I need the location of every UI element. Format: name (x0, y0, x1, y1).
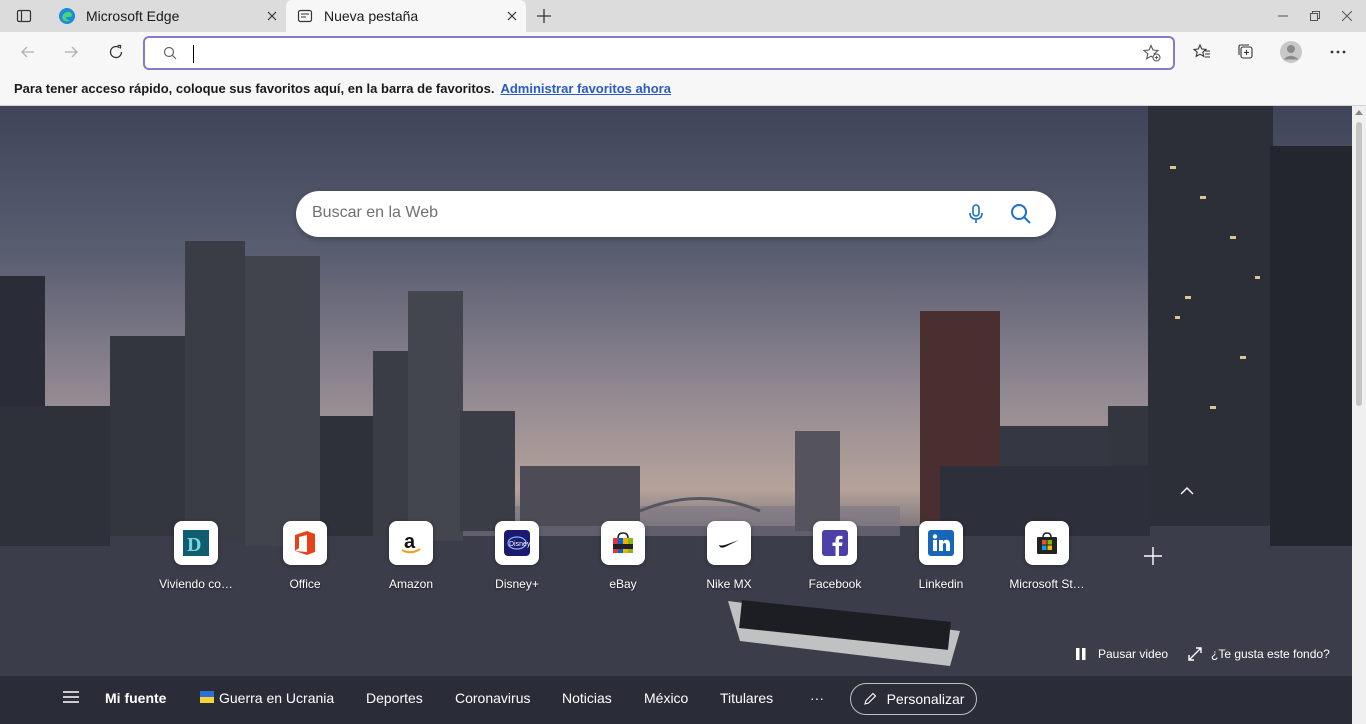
hamburger-menu-icon[interactable] (62, 690, 82, 710)
quick-link-label: Disney+ (495, 577, 539, 591)
quick-link-amazon[interactable]: a Amazon (361, 521, 461, 591)
office-icon (283, 521, 327, 565)
new-tab-page-icon (296, 7, 314, 25)
quick-link-disney[interactable]: Disney+ Disney+ (467, 521, 567, 591)
vertical-scrollbar[interactable] (1352, 106, 1366, 724)
tab-strip: Microsoft Edge Nueva pestaña (0, 0, 1366, 32)
amazon-icon: a (389, 521, 433, 565)
favorites-bar-message: Para tener acceso rápido, coloque sus fa… (14, 81, 495, 96)
favorites-bar: Para tener acceso rápido, coloque sus fa… (0, 72, 1366, 106)
quick-link-label: Facebook (808, 577, 862, 591)
chevron-up-icon[interactable] (1178, 484, 1196, 496)
collections-icon[interactable] (1230, 36, 1262, 68)
close-window-button[interactable] (1331, 0, 1363, 32)
favorites-icon[interactable] (1186, 36, 1218, 68)
quick-link-label: Linkedin (918, 577, 964, 591)
text-caret (193, 45, 194, 63)
svg-text:Disney+: Disney+ (509, 541, 530, 548)
like-background-button[interactable]: ¿Te gusta este fondo? (1188, 647, 1330, 661)
pencil-icon (863, 692, 876, 705)
tab-actions-icon[interactable] (8, 4, 40, 28)
tab-title: Microsoft Edge (86, 8, 180, 24)
quick-link-label: Nike MX (706, 577, 752, 591)
my-feed-tab[interactable]: Mi fuente (105, 690, 166, 706)
expand-icon (1188, 647, 1202, 661)
feed-item-guerra-ucrania[interactable]: Guerra en Ucrania (219, 690, 334, 706)
edge-icon (58, 7, 76, 25)
nike-icon (707, 521, 751, 565)
feed-item-coronavirus[interactable]: Coronavirus (455, 690, 530, 706)
quick-link-viviendo[interactable]: D Viviendo co… (146, 521, 246, 591)
search-icon (163, 46, 177, 65)
like-background-label: ¿Te gusta este fondo? (1211, 647, 1330, 661)
pause-video-button[interactable]: Pausar video (1074, 647, 1168, 661)
more-options-icon[interactable] (1322, 36, 1354, 68)
svg-text:D: D (187, 534, 201, 556)
customize-label: Personalizar (886, 691, 965, 707)
search-placeholder: Buscar en la Web (312, 204, 438, 221)
tab-nueva-pestana[interactable]: Nueva pestaña (286, 0, 526, 32)
navigation-bar (0, 32, 1366, 72)
news-feed-bar: Mi fuente Guerra en Ucrania Deportes Cor… (0, 676, 1352, 724)
address-bar[interactable] (143, 36, 1175, 70)
quick-link-label: Viviendo co… (159, 577, 233, 591)
plus-icon (537, 9, 551, 23)
web-search-box[interactable]: Buscar en la Web (296, 191, 1056, 237)
microsoft-store-icon (1025, 521, 1069, 565)
new-tab-button[interactable] (530, 4, 558, 28)
search-icon[interactable] (1009, 202, 1033, 226)
tab-title: Nueva pestaña (324, 8, 419, 24)
add-quick-link-icon[interactable] (1140, 543, 1166, 569)
add-favorite-icon[interactable] (1142, 44, 1161, 67)
linkedin-icon (919, 521, 963, 565)
close-tab-icon[interactable] (258, 2, 286, 30)
quick-link-linkedin[interactable]: Linkedin (891, 521, 991, 591)
profile-avatar[interactable] (1275, 36, 1307, 68)
microphone-icon[interactable] (964, 202, 988, 226)
manage-favorites-link[interactable]: Administrar favoritos ahora (500, 81, 671, 96)
quick-link-microsoft-store[interactable]: Microsoft St… (997, 521, 1097, 591)
feed-more-button[interactable]: ··· (810, 690, 824, 706)
quick-link-ebay[interactable]: eBay (573, 521, 673, 591)
feed-item-noticias[interactable]: Noticias (562, 690, 612, 706)
quick-link-label: Office (289, 577, 321, 591)
pause-icon (1076, 648, 1086, 660)
forward-button[interactable] (55, 36, 87, 68)
quick-link-office[interactable]: Office (255, 521, 355, 591)
minimize-button[interactable] (1267, 0, 1299, 32)
viviendo-icon: D (174, 521, 218, 565)
ebay-icon (601, 521, 645, 565)
back-button[interactable] (12, 36, 44, 68)
refresh-button[interactable] (100, 36, 132, 68)
svg-text:a: a (404, 531, 416, 553)
scroll-up-arrow-icon[interactable] (1355, 110, 1363, 115)
feed-item-mexico[interactable]: México (644, 690, 688, 706)
feed-item-titulares[interactable]: Titulares (720, 690, 773, 706)
customize-button[interactable]: Personalizar (850, 683, 977, 715)
pause-video-label: Pausar video (1098, 647, 1169, 661)
quick-link-nike[interactable]: Nike MX (679, 521, 779, 591)
ukraine-flag-icon (200, 690, 214, 706)
quick-link-label: Microsoft St… (1009, 577, 1085, 591)
disney-icon: Disney+ (495, 521, 539, 565)
facebook-icon (813, 521, 857, 565)
quick-link-facebook[interactable]: Facebook (785, 521, 885, 591)
quick-link-label: eBay (609, 577, 637, 591)
close-tab-icon[interactable] (498, 2, 526, 30)
new-tab-page: Buscar en la Web D Viviendo co… Office a (0, 106, 1352, 724)
feed-item-deportes[interactable]: Deportes (366, 690, 423, 706)
quick-link-label: Amazon (388, 577, 434, 591)
tab-microsoft-edge[interactable]: Microsoft Edge (48, 0, 286, 32)
restore-button[interactable] (1299, 0, 1331, 32)
scrollbar-thumb[interactable] (1356, 122, 1362, 406)
